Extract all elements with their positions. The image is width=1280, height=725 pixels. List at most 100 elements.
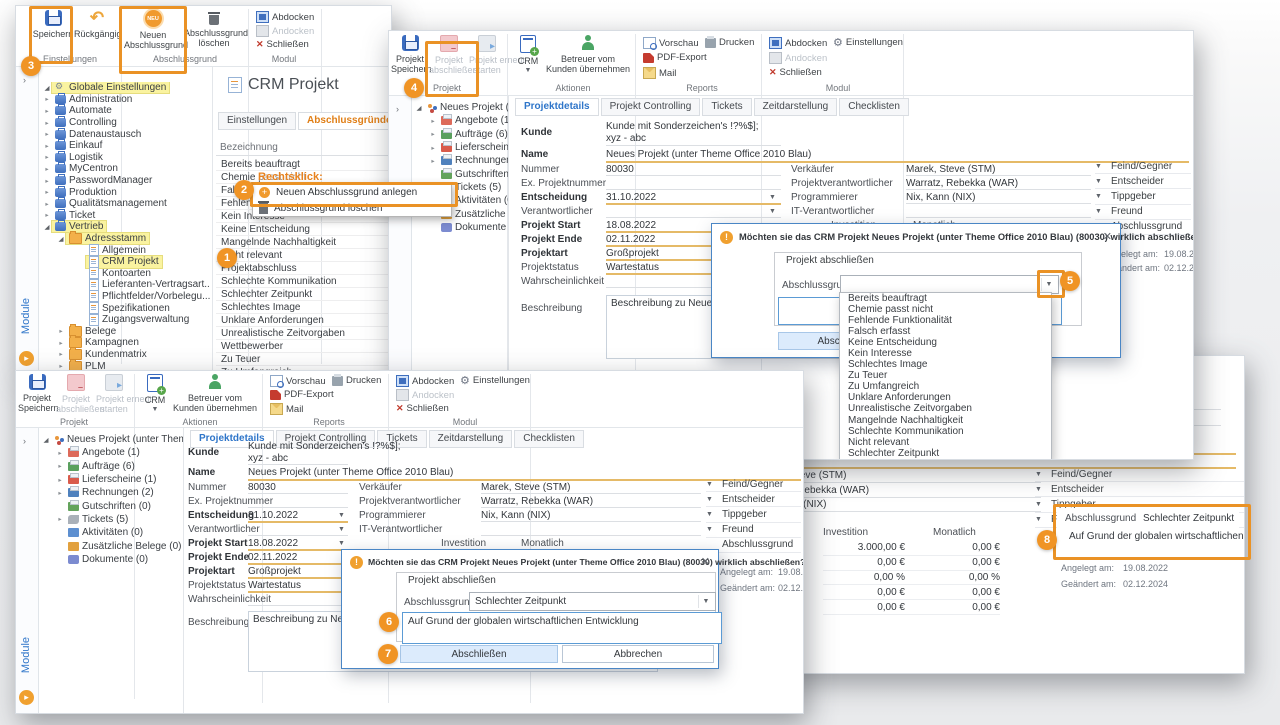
context-menu-item[interactable]: + Neuen Abschlussgrund anlegen [253,184,451,200]
projekt-ende-value[interactable]: 02.11.2022 [248,552,297,563]
projektart-value[interactable]: Großprojekt [248,566,301,577]
close-reason-row[interactable]: Bereits beauftragt [216,158,391,171]
delete-close-reason-button[interactable]: Abschlussgrund löschen [184,10,244,48]
tree-item[interactable]: Kundenmatrix [42,349,210,361]
abschlussgrund-note[interactable]: Auf Grund der globalen wirtschaftlichen … [1069,531,1245,542]
programmierer-value[interactable]: Nix, Kann (NIX) [481,510,550,521]
tree-expander-icon[interactable] [42,95,52,103]
tree-expander-icon[interactable] [414,104,424,112]
tree-item[interactable]: Gutschriften (0) [414,167,508,180]
tab[interactable]: Checklisten [514,430,584,448]
tree-expander-icon[interactable] [55,515,65,523]
dropdown-option[interactable]: Zu Teuer [840,370,1051,381]
nummer-value[interactable]: 80030 [606,164,634,175]
tab[interactable]: Projekt Controlling [601,98,701,116]
dropdown-option[interactable]: Schlechtes Image [840,359,1051,370]
projektverantwortlicher-value[interactable]: Warratz, Rebekka (WAR) [481,496,593,507]
dropdown-arrow-icon[interactable]: ▼ [338,512,345,519]
tree-expander-icon[interactable] [56,350,66,358]
print-button[interactable]: Drucken [705,37,754,48]
tree-item[interactable]: PasswordManager [42,175,210,187]
dropdown-option[interactable]: Unrealistische Zeitvorgaben [840,403,1051,414]
dropdown-option[interactable]: Mangelnde Nachhaltigkeit [840,415,1051,426]
undock-button[interactable]: Abdocken [769,37,827,49]
close-reason-row[interactable]: Keine Entscheidung [216,223,391,236]
dropdown-arrow-icon[interactable]: ▼ [706,526,716,533]
tree-expander-icon[interactable] [42,188,52,196]
pdf-export-button[interactable]: PDF-Export [643,52,707,63]
entscheidung-value[interactable]: 31.10.2022 [248,510,298,521]
close-reason-row[interactable]: Schlechter Zeitpunkt [216,288,391,301]
monatlich-cell[interactable]: 0,00 € [905,542,1000,553]
crm-dropdown-button[interactable]: CRM ▼ [140,374,170,415]
tree-expander-icon[interactable] [42,223,52,231]
close-reason-row[interactable]: Zu Teuer [216,353,391,366]
dropdown-arrow-icon[interactable]: ▼ [769,208,776,215]
close-module-button[interactable]: ✕Schließen [396,403,449,414]
tree-expander-icon[interactable] [42,165,52,173]
caretaker-button[interactable]: Betreuer vom Kunden übernehmen [545,35,631,74]
tree-expander-icon[interactable] [56,362,66,370]
dropdown-option[interactable]: Kein Interesse [840,348,1051,359]
dropdown-arrow-icon[interactable]: ▼ [1095,208,1105,215]
close-module-button[interactable]: ✕Schließen [256,39,309,50]
verkaeufer-value[interactable]: Marek, Steve (STM) [906,164,995,175]
tree-item[interactable]: Neues Projekt (unter Theme Office... [41,433,183,446]
name-value[interactable]: Neues Projekt (unter Theme Office 2010 B… [248,467,453,478]
tree-item[interactable]: Neues Projekt (unter Theme Office... [414,101,508,114]
tree-expander-icon[interactable] [42,200,52,208]
dropdown-option[interactable]: Unklare Anforderungen [840,392,1051,403]
dropdown-option[interactable]: Nicht relevant [840,437,1051,448]
tree-expander-icon[interactable] [428,144,438,152]
tree-item[interactable]: Dokumente (0) [414,221,508,234]
relation-row[interactable]: ▼Tippgeber [706,507,801,522]
tree-expander-icon[interactable] [428,157,438,165]
dialog-close-icon[interactable]: ✕ [701,555,710,568]
verkaeufer-value[interactable]: Marek, Steve (STM) [481,482,570,493]
relation-row[interactable]: ▼Entscheider [1095,174,1191,189]
investition-cell[interactable]: 0,00 % [823,572,905,583]
dropdown-arrow-icon[interactable]: ▼ [706,496,716,503]
dropdown-arrow-icon[interactable]: ▼ [1035,501,1045,508]
tree-item[interactable]: Logistik [42,152,210,164]
dropdown-option[interactable]: Zu Umfangreich [840,381,1051,392]
project-save-button[interactable]: Projekt Speichern [18,374,56,413]
investition-cell[interactable]: 0,00 € [823,602,905,613]
dropdown-arrow-icon[interactable]: ▼ [706,511,716,518]
projektstatus-value[interactable]: Wartestatus [606,262,659,273]
combo-arrow-icon[interactable]: ▼ [1041,278,1056,291]
relation-row[interactable]: ▼Feind/Gegner [1095,159,1191,174]
tree-expander-icon[interactable] [56,235,66,243]
tree-item[interactable]: Vertrieb [42,221,210,233]
relation-row[interactable]: ▼Freund [706,523,801,538]
tree-item[interactable]: Rechnungen (2) [414,154,508,167]
close-reason-row[interactable]: Wettbewerber [216,340,391,353]
monatlich-cell[interactable]: 0,00 % [905,572,1000,583]
relation-row[interactable]: ▼Freund [1095,205,1191,220]
tree-expander-icon[interactable] [55,449,65,457]
tree-expander-icon[interactable] [55,462,65,470]
project-restart-button[interactable]: Projekt erneut starten [469,35,505,75]
save-button[interactable]: Speichern [32,10,74,39]
tree-expander-icon[interactable] [55,476,65,484]
settings-button[interactable]: ⚙Einstellungen [833,37,903,48]
tree-item[interactable]: Controlling [42,117,210,129]
tree-item[interactable]: Administration [42,94,210,106]
projektart-value[interactable]: Großprojekt [606,248,659,259]
tree-expander-icon[interactable] [56,339,66,347]
monatlich-cell[interactable]: 0,00 € [905,587,1000,598]
new-close-reason-button[interactable]: NEU Neuen Abschlussgrund [124,10,182,50]
dropdown-option[interactable]: Schlechte Kommunikation [840,426,1051,437]
tab[interactable]: Abschlussgründe [298,112,392,130]
tree-item[interactable]: Einkauf [42,140,210,152]
dropdown-arrow-icon[interactable]: ▼ [1035,471,1045,478]
tree-item[interactable]: Belege [42,325,210,337]
print-button[interactable]: Drucken [332,375,381,386]
dropdown-arrow-icon[interactable]: ▼ [1095,163,1105,170]
caretaker-button[interactable]: Betreuer vom Kunden übernehmen [172,374,258,413]
note-textarea[interactable]: Auf Grund der globalen wirtschaftlichen … [402,612,722,644]
abschlussgrund-value[interactable]: Schlechter Zeitpunkt [1143,513,1234,524]
relation-row[interactable]: ▼Entscheider [1035,482,1244,497]
tree-item[interactable]: MyCentron [42,163,210,175]
dropdown-option[interactable]: Keine Entscheidung [840,337,1051,348]
